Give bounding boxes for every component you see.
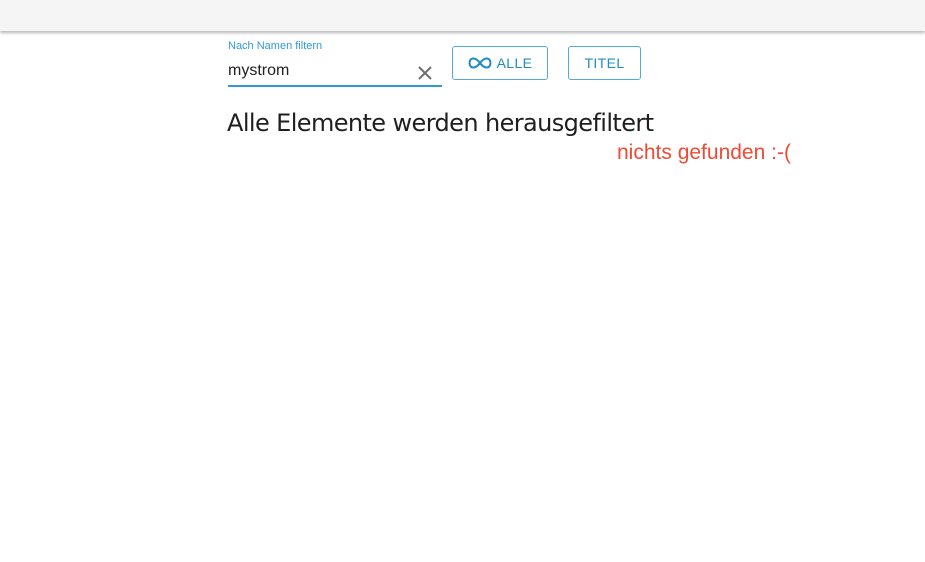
close-icon bbox=[418, 66, 432, 80]
empty-state-message: nichts gefunden :-( bbox=[617, 141, 791, 164]
show-all-label: ALLE bbox=[496, 55, 533, 71]
infinity-icon bbox=[468, 57, 492, 69]
filter-underline bbox=[228, 85, 442, 87]
clear-filter-button[interactable] bbox=[414, 62, 436, 84]
page-heading: Alle Elemente werden herausgefiltert bbox=[227, 109, 654, 137]
name-filter: Nach Namen filtern bbox=[228, 38, 442, 88]
filter-input[interactable] bbox=[228, 60, 408, 82]
filter-label: Nach Namen filtern bbox=[228, 40, 323, 52]
top-app-bar bbox=[0, 0, 925, 31]
show-all-button[interactable]: ALLE bbox=[452, 46, 548, 80]
title-button-label: TITEL bbox=[584, 55, 625, 71]
title-button[interactable]: TITEL bbox=[568, 46, 641, 80]
